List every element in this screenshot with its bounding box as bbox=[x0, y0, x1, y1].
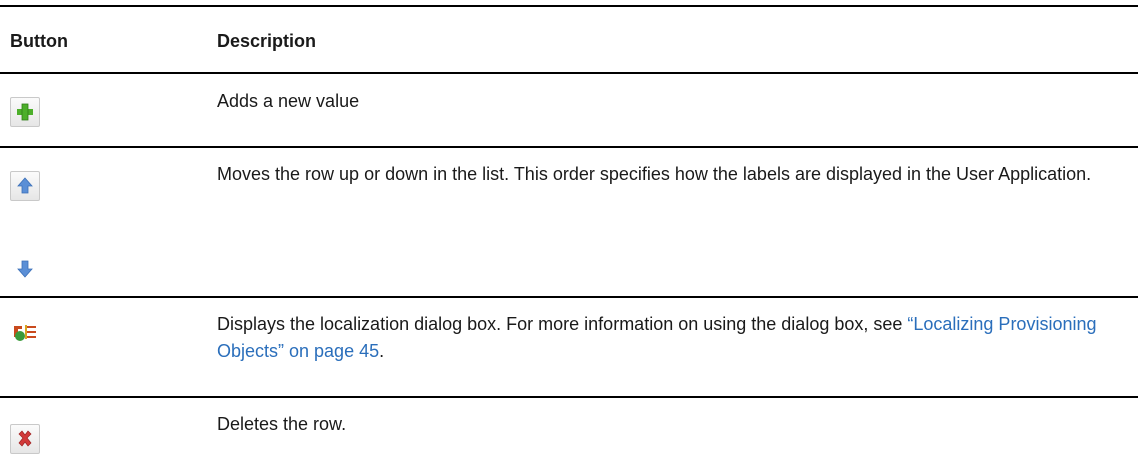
delete-button[interactable] bbox=[10, 424, 40, 454]
row-description: Displays the localization dialog box. Fo… bbox=[217, 311, 1097, 365]
header-button: Button bbox=[10, 31, 68, 51]
row-rule bbox=[0, 296, 1138, 298]
header-rule bbox=[0, 72, 1138, 74]
row-description: Deletes the row. bbox=[217, 414, 347, 434]
row-rule bbox=[0, 396, 1138, 398]
move-up-button[interactable] bbox=[10, 171, 40, 201]
header-description: Description bbox=[217, 31, 317, 51]
row-description: Adds a new value bbox=[217, 91, 360, 111]
delete-icon bbox=[18, 430, 32, 447]
row-rule bbox=[0, 146, 1138, 148]
add-button[interactable] bbox=[10, 97, 40, 127]
description-text: Displays the localization dialog box. Fo… bbox=[217, 314, 908, 334]
table-top-rule bbox=[0, 5, 1138, 7]
localize-icon[interactable] bbox=[12, 322, 38, 344]
move-down-icon[interactable] bbox=[14, 258, 36, 280]
row-description: Moves the row up or down in the list. Th… bbox=[217, 164, 1092, 184]
description-text-end: . bbox=[379, 341, 385, 361]
move-up-icon bbox=[17, 177, 33, 194]
add-icon bbox=[17, 103, 33, 121]
